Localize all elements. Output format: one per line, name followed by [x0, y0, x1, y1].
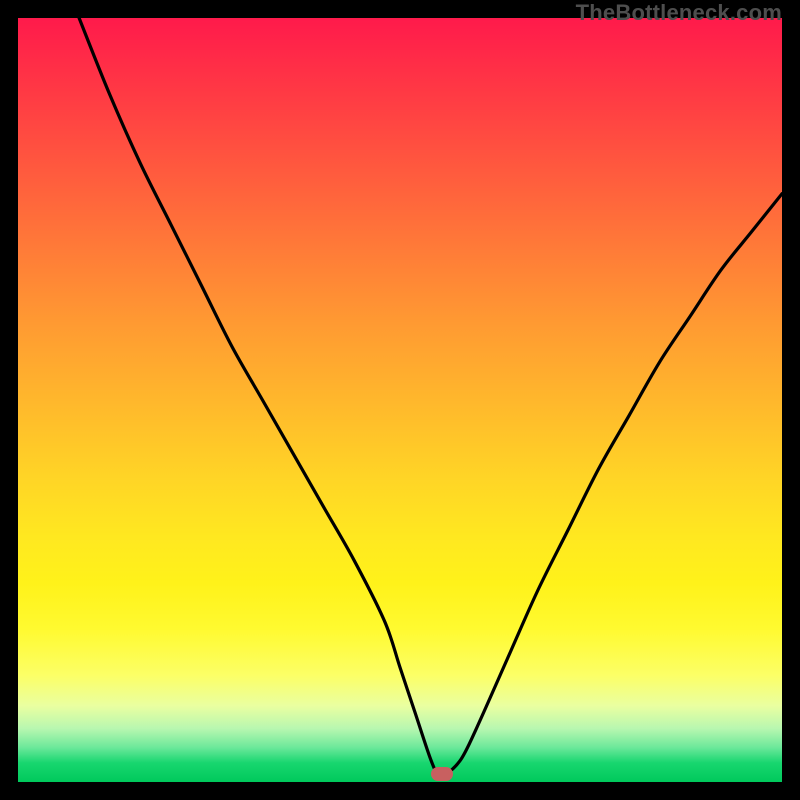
watermark-text: TheBottleneck.com [576, 0, 782, 26]
optimal-marker [431, 767, 453, 781]
chart-frame: TheBottleneck.com [0, 0, 800, 800]
plot-area [18, 18, 782, 782]
curve-svg [18, 18, 782, 782]
bottleneck-curve [79, 18, 782, 776]
